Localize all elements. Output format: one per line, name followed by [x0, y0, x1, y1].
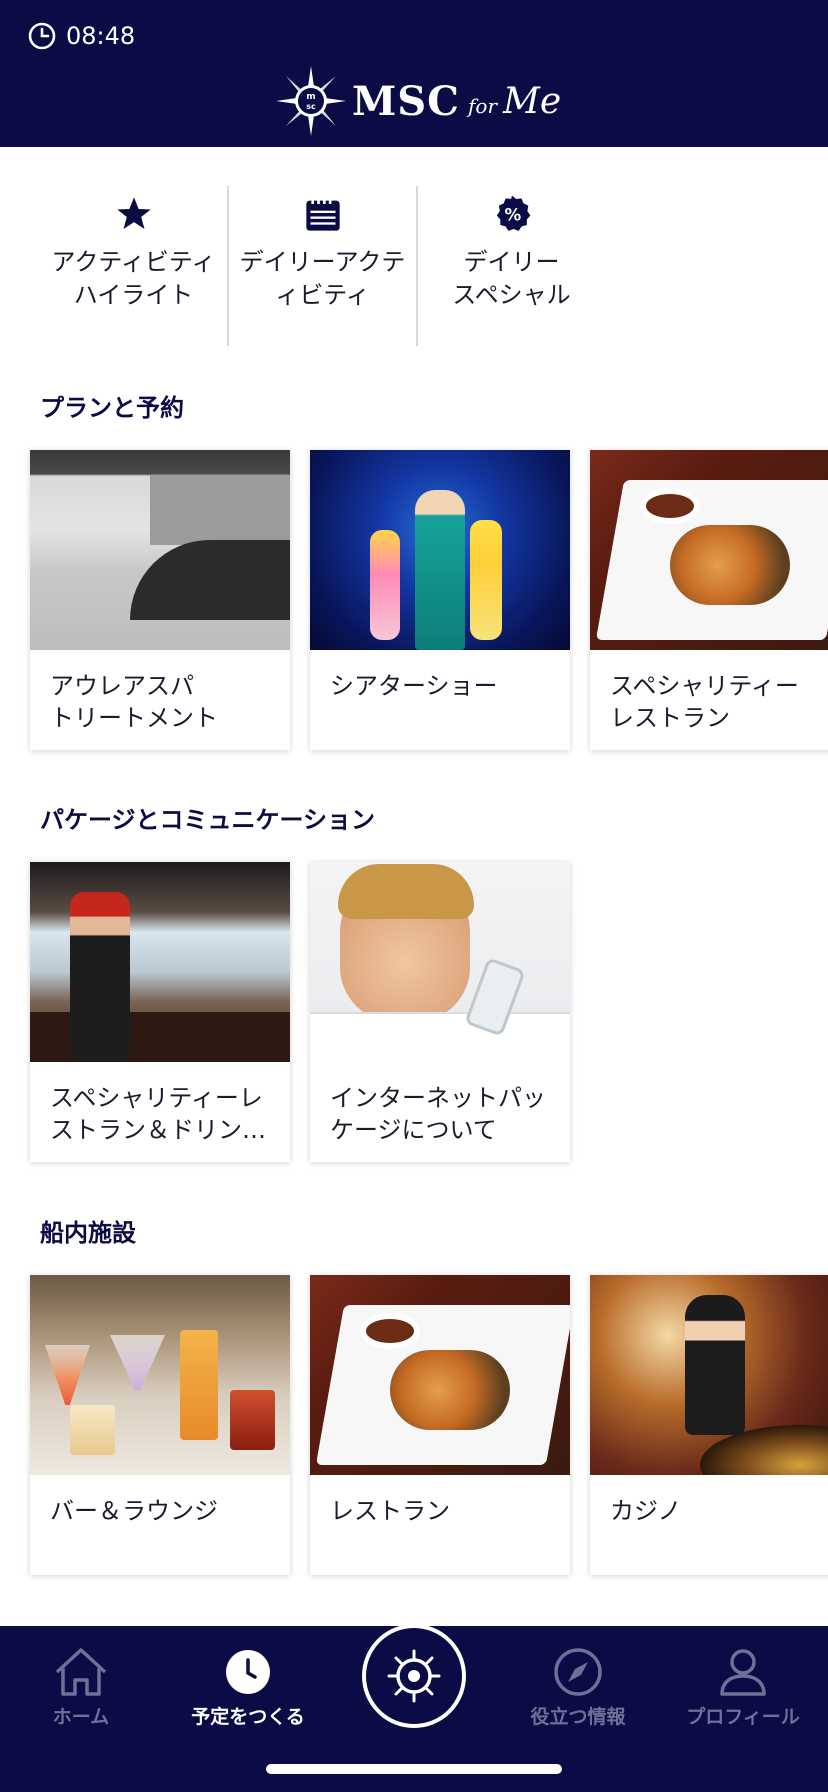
nav-home-label: ホーム — [52, 1706, 110, 1728]
home-icon — [55, 1648, 107, 1696]
card-aurea-spa[interactable]: アウレアスパ トリートメント — [30, 450, 290, 750]
ship-wheel-icon — [387, 1649, 441, 1703]
card-bar-lounge[interactable]: バー＆ラウンジ — [30, 1275, 290, 1575]
card-row-plans[interactable]: アウレアスパ トリートメント シアターショー スペシャリティー レストラン — [30, 450, 828, 750]
clock-icon — [226, 1650, 270, 1694]
cocktails-image — [30, 1275, 290, 1475]
card-theater-show[interactable]: シアターショー — [310, 450, 570, 750]
section-title-onboard: 船内施設 — [40, 1219, 136, 1247]
tempura-plate-image — [590, 450, 828, 650]
status-time-text: 08:48 — [66, 22, 136, 50]
nav-profile-label: プロフィール — [686, 1706, 800, 1728]
section-title-packages: パケージとコミュニケーション — [40, 806, 376, 834]
card-label: シアターショー — [330, 672, 498, 700]
nav-useful-info-label: 役立つ情報 — [530, 1706, 626, 1728]
profile-icon — [720, 1649, 766, 1696]
logo-script-text: for Me — [468, 80, 562, 122]
daily-activities-button[interactable]: デイリーアクテ ィビティ — [229, 186, 416, 346]
daily-activities-label: デイリーアクテ ィビティ — [239, 248, 406, 309]
percent-badge-icon: % — [492, 192, 532, 236]
nav-schedule[interactable]: 予定をつくる — [173, 1646, 323, 1729]
daily-specials-label: デイリー スペシャル — [452, 248, 571, 309]
activity-highlights-button[interactable]: アクティビティ ハイライト — [40, 186, 227, 346]
card-label: アウレアスパ トリートメント — [50, 672, 218, 732]
card-label: バー＆ラウンジ — [50, 1497, 218, 1525]
compass-icon — [554, 1648, 602, 1696]
msc-for-me-logo: m sc MSC for Me — [276, 66, 561, 136]
card-casino[interactable]: カジノ — [590, 1275, 828, 1575]
clock-status-icon — [28, 22, 56, 50]
activity-highlights-label: アクティビティ ハイライト — [51, 248, 216, 309]
teppanyaki-chef-image — [30, 862, 290, 1062]
tempura-plate-image — [310, 1275, 570, 1475]
man-with-phone-image — [310, 862, 570, 1062]
center-ship-button[interactable] — [362, 1624, 466, 1728]
nav-profile[interactable]: プロフィール — [668, 1646, 818, 1729]
casino-dealer-image — [590, 1275, 828, 1475]
card-label: レストラン — [330, 1497, 450, 1525]
card-row-packages[interactable]: スペシャリティーレ ストラン＆ドリン… インターネットパッ ケージについて — [30, 862, 590, 1162]
home-indicator-bar — [266, 1764, 562, 1774]
card-specialty-dining-package[interactable]: スペシャリティーレ ストラン＆ドリン… — [30, 862, 290, 1162]
spa-reception-image — [30, 450, 290, 650]
svg-text:sc: sc — [306, 102, 316, 111]
card-internet-package[interactable]: インターネットパッ ケージについて — [310, 862, 570, 1162]
card-label: カジノ — [610, 1497, 682, 1525]
nav-schedule-label: 予定をつくる — [191, 1706, 305, 1728]
card-restaurant[interactable]: レストラン — [310, 1275, 570, 1575]
card-label: スペシャリティーレ ストラン＆ドリン… — [50, 1084, 266, 1144]
svg-text:%: % — [504, 206, 521, 225]
star-icon — [114, 192, 154, 236]
theater-show-image — [310, 450, 570, 650]
nav-home[interactable]: ホーム — [6, 1646, 156, 1729]
app-header: 08:48 m sc MSC for Me — [0, 0, 828, 147]
daily-specials-button[interactable]: % デイリー スペシャル — [418, 186, 605, 346]
msc-compass-logo-icon: m sc — [276, 66, 346, 136]
section-title-plans: プランと予約 — [40, 394, 184, 422]
card-label: インターネットパッ ケージについて — [330, 1084, 546, 1144]
logo-brand-text: MSC — [352, 77, 460, 125]
card-specialty-restaurant[interactable]: スペシャリティー レストラン — [590, 450, 828, 750]
card-label: スペシャリティー レストラン — [610, 672, 799, 732]
status-bar-time: 08:48 — [28, 22, 135, 50]
svg-text:m: m — [306, 92, 315, 102]
nav-useful-info[interactable]: 役立つ情報 — [503, 1646, 653, 1729]
card-row-onboard[interactable]: バー＆ラウンジ レストラン カジノ — [30, 1275, 828, 1575]
quick-actions: アクティビティ ハイライト デイリーアクテ ィビティ % デイリー スペシャル — [40, 186, 605, 346]
calendar-icon — [303, 192, 343, 236]
